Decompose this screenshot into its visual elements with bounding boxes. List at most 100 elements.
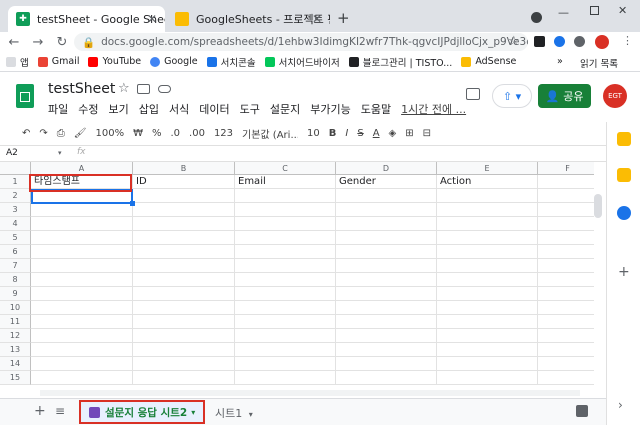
cell[interactable] [437, 203, 538, 217]
bookmark-star-icon[interactable]: ☆ [508, 34, 520, 49]
name-box[interactable]: A2 [6, 148, 18, 158]
cell[interactable] [133, 273, 235, 287]
cell[interactable] [31, 273, 133, 287]
cell[interactable] [538, 217, 594, 231]
cell[interactable] [336, 301, 437, 315]
paint-format-icon[interactable]: 🖌 [74, 128, 87, 139]
row-header[interactable]: 9 [0, 287, 31, 301]
cell[interactable] [437, 301, 538, 315]
cell[interactable] [31, 357, 133, 371]
menu-view[interactable]: 보기 [109, 101, 129, 117]
cell[interactable] [538, 371, 594, 385]
bookmark-adsense[interactable]: AdSense [461, 56, 516, 67]
cell[interactable] [31, 329, 133, 343]
cell[interactable] [538, 245, 594, 259]
vertical-scrollbar[interactable] [594, 194, 602, 218]
cell[interactable] [133, 357, 235, 371]
explore-icon[interactable] [576, 405, 588, 417]
bookmark-tistory[interactable]: 블로그관리 | TISTO... [348, 55, 452, 69]
fill-handle[interactable] [130, 201, 135, 206]
menu-data[interactable]: 데이터 [199, 101, 229, 117]
increase-decimal-button[interactable]: .00 [189, 128, 205, 139]
forward-icon[interactable]: → [26, 35, 50, 50]
comments-icon[interactable] [466, 88, 480, 100]
cell[interactable] [235, 203, 336, 217]
close-tab-icon[interactable]: ✕ [312, 12, 322, 26]
bold-button[interactable]: B [329, 128, 337, 139]
cell[interactable] [31, 259, 133, 273]
font-size-select[interactable]: 10 [307, 128, 320, 139]
more-formats-select[interactable]: 123 [214, 128, 233, 139]
cell[interactable] [133, 301, 235, 315]
profile-dropdown-icon[interactable] [531, 12, 542, 23]
horizontal-scrollbar[interactable] [40, 390, 580, 396]
cell[interactable] [538, 273, 594, 287]
cell[interactable] [235, 343, 336, 357]
sheets-logo-icon[interactable] [16, 84, 34, 108]
cell[interactable] [437, 371, 538, 385]
sheet-tab-form-responses[interactable]: 설문지 응답 시트2 ▾ [79, 400, 205, 424]
bookmark-apps[interactable]: 앱 [6, 55, 29, 69]
cell[interactable] [538, 329, 594, 343]
row-header[interactable]: 13 [0, 343, 31, 357]
column-header-f[interactable]: F [538, 162, 594, 175]
chevron-down-icon[interactable]: ▾ [249, 410, 253, 419]
zoom-select[interactable]: 100% [95, 128, 124, 139]
cell[interactable] [336, 287, 437, 301]
sheet-tab-sheet1[interactable]: 시트1 ▾ [215, 405, 253, 421]
cell[interactable]: Gender [336, 175, 437, 189]
cell[interactable] [235, 245, 336, 259]
cell[interactable] [235, 287, 336, 301]
cell[interactable] [336, 231, 437, 245]
cell[interactable] [133, 231, 235, 245]
cell[interactable] [31, 343, 133, 357]
bookmarks-overflow-icon[interactable]: » [557, 56, 563, 67]
cell[interactable] [336, 329, 437, 343]
row-header[interactable]: 12 [0, 329, 31, 343]
star-icon[interactable]: ☆ [118, 81, 130, 96]
row-header[interactable]: 3 [0, 203, 31, 217]
tasks-icon[interactable] [617, 206, 631, 220]
cell[interactable] [336, 203, 437, 217]
row-header[interactable]: 6 [0, 245, 31, 259]
cell[interactable] [133, 189, 235, 203]
row-header[interactable]: 7 [0, 259, 31, 273]
menu-addons[interactable]: 부가기능 [310, 101, 350, 117]
new-tab-icon[interactable]: + [337, 9, 350, 27]
fill-color-icon[interactable]: ◈ [389, 128, 397, 139]
cell[interactable] [31, 231, 133, 245]
undo-icon[interactable]: ↶ [22, 128, 30, 139]
cell[interactable] [31, 301, 133, 315]
cell[interactable] [31, 315, 133, 329]
share-button[interactable]: 👤 공유 [538, 84, 591, 108]
menu-tools[interactable]: 도구 [240, 101, 260, 117]
column-header-d[interactable]: D [336, 162, 437, 175]
row-header[interactable]: 4 [0, 217, 31, 231]
cell[interactable] [336, 357, 437, 371]
maximize-icon[interactable] [590, 6, 599, 15]
cell[interactable] [336, 273, 437, 287]
profile-avatar[interactable] [595, 35, 609, 49]
text-color-button[interactable]: A [373, 128, 380, 139]
back-icon[interactable]: ← [2, 35, 26, 50]
add-addon-icon[interactable]: + [618, 264, 630, 280]
chevron-down-icon[interactable]: ▾ [58, 149, 62, 157]
cell[interactable]: Action [437, 175, 538, 189]
browser-tab-sheets[interactable]: ✚ testSheet - Google Sheets ✕ [8, 6, 165, 32]
keep-icon[interactable] [617, 168, 631, 182]
cell[interactable] [538, 315, 594, 329]
cell[interactable] [336, 245, 437, 259]
bookmark-search-advisor[interactable]: 서치어드바이저 [264, 55, 340, 69]
cell[interactable] [437, 259, 538, 273]
cell[interactable] [133, 259, 235, 273]
reading-list-button[interactable]: 읽기 목록 [580, 56, 618, 70]
cell[interactable] [336, 371, 437, 385]
cell[interactable] [133, 343, 235, 357]
cell[interactable] [336, 315, 437, 329]
calendar-icon[interactable] [617, 132, 631, 146]
close-window-icon[interactable]: ✕ [618, 4, 627, 17]
cell[interactable] [437, 315, 538, 329]
cell[interactable] [31, 203, 133, 217]
borders-icon[interactable]: ⊞ [405, 128, 413, 139]
extensions-puzzle-icon[interactable] [574, 36, 585, 47]
